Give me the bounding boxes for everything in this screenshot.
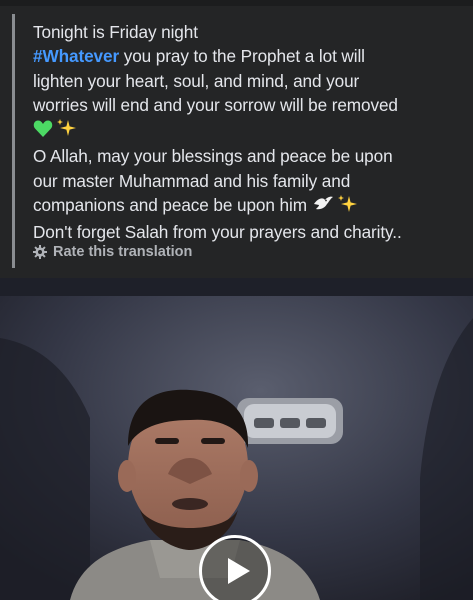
- post-line: O Allah, may your blessings and peace be…: [33, 146, 393, 167]
- post-line: Tonight is Friday night: [33, 22, 198, 42]
- hashtag-link[interactable]: #Whatever: [33, 46, 119, 66]
- rate-translation-button[interactable]: Rate this translation: [33, 242, 192, 262]
- sparkles-emoji: [337, 194, 357, 220]
- post-line-emoji: [33, 117, 463, 144]
- translated-post-block: Tonight is Friday night #Whatever you pr…: [12, 14, 469, 268]
- play-icon: [228, 558, 250, 584]
- post-line: our master Muhammad and his family and: [33, 170, 351, 191]
- facebook-post: Tonight is Friday night #Whatever you pr…: [0, 0, 473, 600]
- post-line-text: you pray to the Prophet a lot will: [119, 46, 365, 67]
- rate-translation-label: Rate this translation: [53, 244, 193, 260]
- post-line: lighten your heart, soul, and mind, and …: [33, 70, 360, 91]
- post-text: Tonight is Friday night #Whatever you pr…: [33, 20, 463, 245]
- post-line: companions and peace be upon him: [33, 193, 463, 220]
- post-line: #Whatever you pray to the Prophet a lot …: [33, 44, 463, 68]
- gear-icon: [33, 245, 47, 259]
- play-button[interactable]: [199, 535, 271, 600]
- green-heart-emoji: [33, 119, 53, 144]
- post-line-text: companions and peace be upon him: [33, 195, 307, 216]
- top-divider: [0, 0, 473, 6]
- sparkles-emoji: [56, 118, 76, 144]
- post-line: worries will end and your sorrow will be…: [33, 94, 398, 115]
- dove-emoji: [312, 194, 334, 220]
